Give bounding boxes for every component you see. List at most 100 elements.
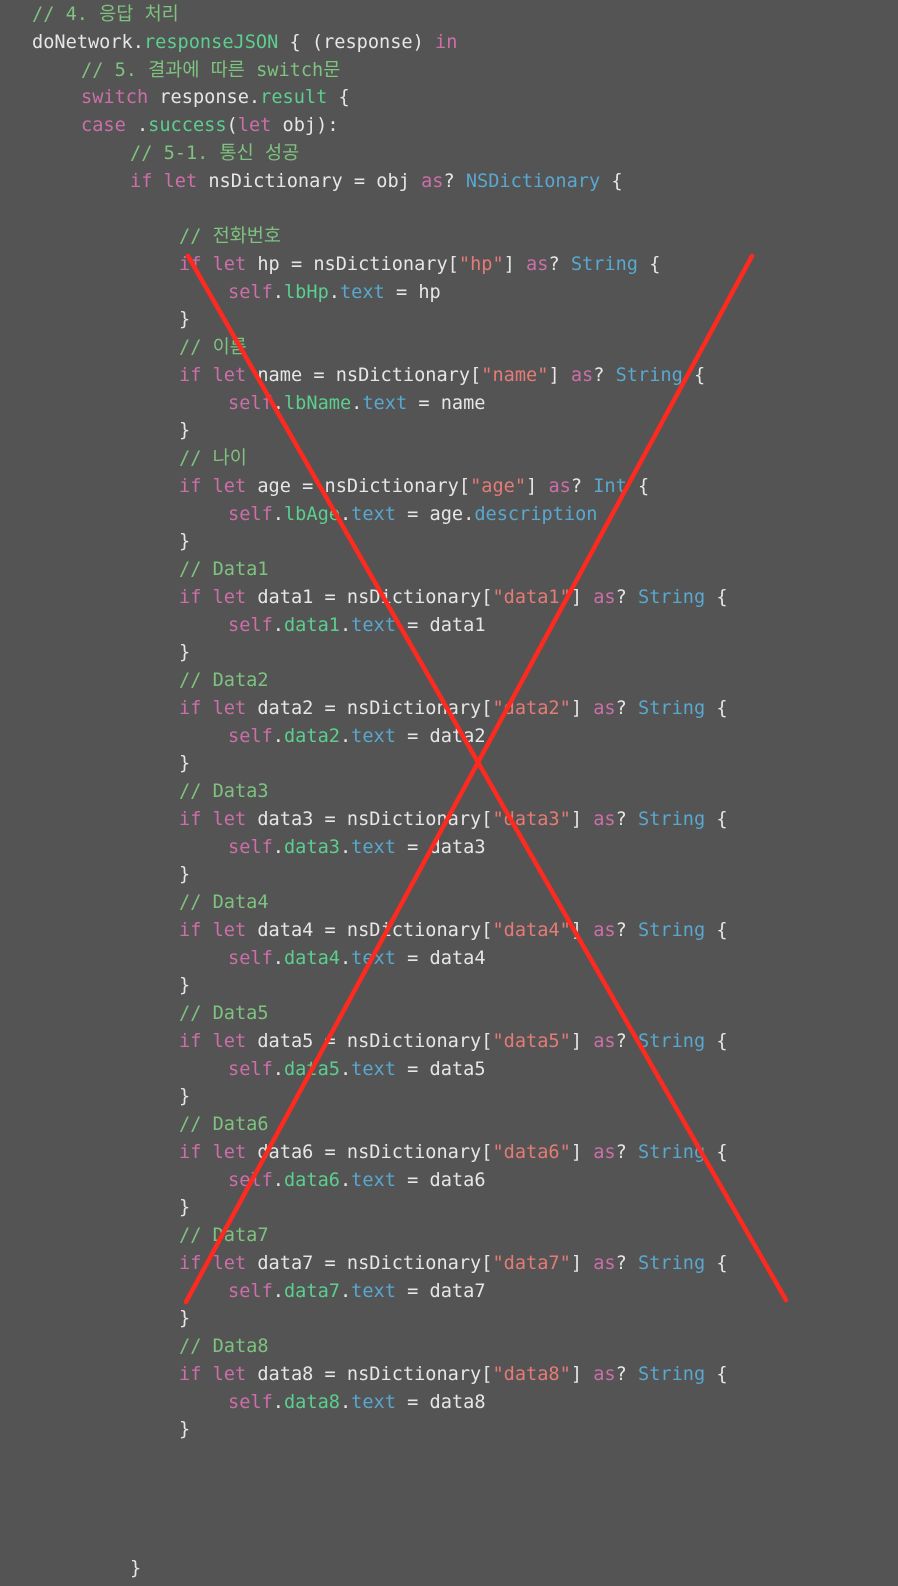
code-token-keyword: if let bbox=[179, 697, 247, 719]
code-line: self.data5.text = data5 bbox=[228, 1056, 486, 1084]
code-token-type: String bbox=[638, 1030, 706, 1052]
code-token-member: data6 bbox=[283, 1169, 340, 1191]
code-token-keyword: as bbox=[570, 364, 594, 386]
code-token-plain: = data5 bbox=[395, 1058, 486, 1080]
code-token-plain: age = nsDictionary[ bbox=[246, 475, 471, 497]
code-token-plain: { bbox=[600, 170, 623, 192]
code-token-string: "data3" bbox=[492, 808, 571, 830]
code-token-keyword: as bbox=[421, 170, 444, 192]
code-token-plain: . bbox=[339, 1391, 352, 1413]
code-token-comment: // 5. 결과에 따른 switch문 bbox=[81, 59, 341, 81]
code-token-string: "data8" bbox=[492, 1363, 571, 1385]
code-token-comment: // Data2 bbox=[179, 670, 269, 691]
code-token-prop: text bbox=[362, 392, 408, 414]
code-token-prop: text bbox=[351, 836, 396, 858]
code-line: self.lbHp.text = hp bbox=[228, 279, 441, 307]
code-token-plain: ] bbox=[548, 364, 571, 386]
code-token-plain: ? bbox=[615, 1141, 638, 1163]
code-token-plain: } bbox=[179, 420, 191, 442]
code-token-keyword: self bbox=[228, 392, 273, 414]
code-token-keyword: self bbox=[228, 503, 273, 525]
code-line: } bbox=[179, 306, 190, 334]
code-token-comment: // Data5 bbox=[179, 1003, 269, 1024]
code-token-string: "name" bbox=[481, 364, 549, 386]
code-token-comment: // Data7 bbox=[179, 1225, 269, 1246]
code-token-plain: ? bbox=[615, 919, 638, 941]
code-token-plain: data5 = nsDictionary[ bbox=[246, 1030, 493, 1052]
code-token-member: responseJSON bbox=[143, 31, 279, 53]
code-token-keyword: as bbox=[593, 1030, 616, 1052]
code-token-keyword: if let bbox=[179, 475, 247, 497]
code-token-comment: // Data6 bbox=[179, 1114, 269, 1135]
code-token-plain: { bbox=[705, 1141, 728, 1163]
code-token-plain: data3 = nsDictionary[ bbox=[246, 808, 493, 830]
code-token-plain: hp = nsDictionary[ bbox=[246, 253, 459, 275]
code-token-plain: { bbox=[705, 1252, 728, 1274]
code-line: } bbox=[130, 1555, 141, 1583]
code-token-string: "data1" bbox=[492, 586, 571, 608]
code-token-member: lbName bbox=[283, 392, 352, 414]
code-line: } bbox=[179, 1083, 190, 1111]
code-token-comment: // 5-1. 통신 성공 bbox=[130, 142, 300, 164]
code-token-plain: . bbox=[125, 115, 149, 136]
code-token-type: String bbox=[615, 364, 683, 386]
code-line: // 4. 응답 처리 bbox=[32, 1, 179, 29]
code-line: } bbox=[179, 1305, 190, 1333]
code-token-member: data7 bbox=[283, 1280, 340, 1302]
code-editor[interactable]: // 4. 응답 처리 doNetwork.responseJSON { (res… bbox=[0, 0, 898, 1586]
code-token-plain: ? bbox=[615, 808, 638, 830]
code-token-type: Int bbox=[593, 475, 627, 497]
code-token-member: result bbox=[260, 87, 328, 109]
code-token-keyword: self bbox=[228, 614, 273, 636]
code-token-plain: ] bbox=[526, 475, 549, 497]
code-line: } bbox=[179, 861, 190, 889]
code-line: // 나이 bbox=[179, 445, 247, 473]
code-token-plain: } bbox=[179, 642, 191, 664]
code-token-plain: name = nsDictionary[ bbox=[246, 364, 482, 386]
code-token-plain: . bbox=[328, 281, 340, 303]
code-token-plain: ? bbox=[593, 364, 616, 386]
code-line: } bbox=[179, 1416, 190, 1444]
code-line: // Data1 bbox=[179, 556, 269, 584]
code-token-plain: nsDictionary = obj bbox=[197, 170, 422, 192]
code-token-plain: { bbox=[705, 919, 728, 941]
code-line: // Data2 bbox=[179, 667, 269, 695]
code-token-keyword: if let bbox=[179, 1363, 247, 1385]
code-token-plain: data2 = nsDictionary[ bbox=[246, 697, 493, 719]
code-token-plain: . bbox=[272, 1280, 284, 1302]
code-token-member: data2 bbox=[283, 725, 340, 747]
code-token-plain: } bbox=[179, 1308, 191, 1330]
code-token-comment: // Data1 bbox=[179, 559, 269, 580]
code-token-keyword: as bbox=[593, 808, 616, 830]
code-token-comment: // 이름 bbox=[179, 337, 247, 358]
code-token-keyword: self bbox=[228, 1280, 273, 1302]
code-token-keyword: as bbox=[593, 586, 616, 608]
code-token-plain: { bbox=[626, 475, 650, 497]
code-token-plain: doNetwork. bbox=[32, 31, 144, 53]
code-token-keyword: self bbox=[228, 947, 273, 969]
code-token-string: "hp" bbox=[458, 253, 504, 275]
code-token-keyword: self bbox=[228, 1058, 273, 1080]
code-token-keyword: case bbox=[81, 115, 126, 136]
code-token-keyword: self bbox=[228, 281, 273, 303]
code-token-plain: . bbox=[272, 836, 284, 858]
code-token-plain: = age. bbox=[395, 503, 475, 525]
code-token-plain: { bbox=[705, 586, 728, 608]
code-line: self.lbAge.text = age.description bbox=[228, 501, 597, 529]
code-token-plain: . bbox=[272, 503, 284, 525]
code-token-comment: // 전화번호 bbox=[179, 226, 282, 247]
code-line: self.lbName.text = name bbox=[228, 390, 486, 418]
code-line: if let data5 = nsDictionary["data5"] as?… bbox=[179, 1028, 728, 1056]
code-token-plain: . bbox=[272, 947, 284, 969]
code-token-keyword: as bbox=[593, 697, 616, 719]
code-line: switch response.result { bbox=[81, 84, 350, 112]
code-line: } bbox=[179, 528, 190, 556]
code-token-plain: . bbox=[339, 725, 352, 747]
code-token-plain: { bbox=[705, 808, 728, 830]
code-token-prop: text bbox=[351, 614, 396, 636]
code-token-prop: text bbox=[351, 503, 396, 525]
code-line: self.data8.text = data8 bbox=[228, 1389, 486, 1417]
code-token-plain: { (response) bbox=[278, 31, 436, 53]
code-token-prop: text bbox=[351, 725, 396, 747]
code-token-plain: = data3 bbox=[395, 836, 486, 858]
